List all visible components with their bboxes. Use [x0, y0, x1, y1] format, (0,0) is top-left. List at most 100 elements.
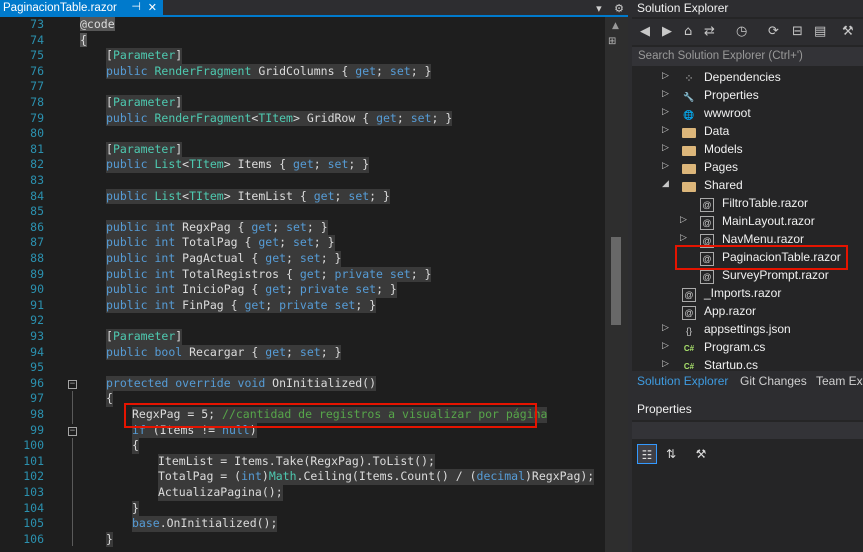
solution-tree: ▷ ⁘ Dependencies ▷ 🔧 Properties ▷ 🌐 wwwr… [632, 69, 863, 369]
switch-views-icon[interactable]: ⇄ [704, 24, 715, 39]
highlight-box-code [124, 403, 537, 428]
line-number: 98 [30, 407, 44, 421]
line-number: 101 [23, 453, 44, 468]
tree-item-shared[interactable]: ◢ Shared [662, 178, 862, 196]
categorized-icon[interactable]: ☷ [637, 444, 657, 464]
code-line-78: [Parameter] [106, 95, 183, 111]
code-line-89: public int TotalRegistros { get; private… [106, 266, 432, 283]
tree-item-imports[interactable]: @ _Imports.razor [662, 286, 862, 304]
tree-item-filtrotable[interactable]: @ FiltroTable.razor [680, 196, 862, 214]
collapse-all-icon[interactable]: ⊟ [792, 24, 803, 39]
dropdown-icon[interactable]: ▾ [596, 2, 602, 15]
back-icon[interactable]: ◀ [640, 24, 650, 39]
folder-open-icon [682, 182, 696, 192]
pin-icon[interactable]: ⊣ [131, 0, 141, 16]
tab-team-explorer[interactable]: Team Exp [816, 371, 863, 392]
tab-git-changes[interactable]: Git Changes [740, 371, 807, 392]
line-number: 102 [23, 469, 44, 484]
expand-icon[interactable]: ▷ [662, 106, 672, 117]
razor-file-icon: @ [700, 270, 714, 284]
outline-line [72, 391, 73, 424]
line-number: 79 [30, 110, 44, 125]
folder-icon [682, 164, 696, 174]
tree-item-startup[interactable]: ▷ C# Startup.cs [662, 358, 862, 369]
tree-item-data[interactable]: ▷ Data [662, 124, 862, 142]
property-pages-icon[interactable]: ⚒ [691, 444, 711, 464]
expand-icon[interactable]: ▷ [662, 322, 672, 333]
expand-icon[interactable]: ▷ [662, 124, 672, 135]
tree-item-mainlayout[interactable]: ▷ @ MainLayout.razor [680, 214, 862, 232]
panel-title: Properties [632, 398, 863, 420]
tree-item-wwwroot[interactable]: ▷ 🌐 wwwroot [662, 106, 862, 124]
vertical-scrollbar[interactable]: ▲ ⊞ [605, 17, 628, 552]
folder-icon [682, 146, 696, 156]
line-number: 83 [30, 173, 44, 187]
csharp-file-icon: C# [683, 344, 695, 353]
expand-icon[interactable]: ▷ [662, 142, 672, 153]
line-number: 81 [30, 141, 44, 156]
expand-icon[interactable]: ▷ [662, 88, 672, 99]
code-line-93: [Parameter] [106, 329, 183, 345]
tree-item-surveyprompt[interactable]: @ SurveyPrompt.razor [680, 268, 862, 286]
expand-icon[interactable]: ▷ [662, 358, 672, 369]
line-number: 82 [30, 157, 44, 172]
tab-paginaciontable-razor[interactable]: PaginacionTable.razor ⊣ ✕ [0, 0, 163, 17]
close-icon[interactable]: ✕ [148, 0, 157, 17]
razor-file-icon: @ [682, 288, 696, 302]
search-solution-explorer-input[interactable]: Search Solution Explorer (Ctrl+') [632, 47, 863, 66]
collapse-icon[interactable]: − [68, 427, 77, 436]
tree-item-appsettings[interactable]: ▷ {} appsettings.json [662, 322, 862, 340]
scroll-thumb[interactable] [611, 237, 621, 325]
object-selector[interactable] [632, 422, 863, 439]
line-number: 91 [30, 297, 44, 312]
code-line-94: public bool Recargar { get; set; } [106, 344, 342, 361]
history-icon[interactable]: ◷ [736, 24, 747, 39]
refresh-icon[interactable]: ⟳ [768, 24, 779, 39]
code-line-75: [Parameter] [106, 48, 183, 64]
collapse-icon[interactable]: − [68, 380, 77, 389]
line-number: 100 [23, 438, 44, 453]
tree-item-program[interactable]: ▷ C# Program.cs [662, 340, 862, 358]
expand-icon[interactable]: ▷ [662, 160, 672, 171]
tab-title: PaginacionTable.razor [3, 2, 117, 14]
globe-icon: 🌐 [683, 110, 695, 120]
code-line-82: public List<TItem> Items { get; set; } [106, 157, 370, 173]
split-icon[interactable]: ⊞ [608, 36, 624, 47]
line-number: 73 [30, 17, 44, 31]
line-number: 106 [23, 531, 44, 546]
code-line-88: public int PagActual { get; set; } [106, 251, 342, 267]
show-all-files-icon[interactable]: ▤ [814, 24, 826, 39]
line-number: 99 [30, 422, 44, 437]
line-number: 75 [30, 48, 44, 63]
line-number-gutter: 73 74 75 76 77 78 79 80 81 82 83 84 85 86 87 88 89 90 91 92… [0, 17, 46, 552]
line-number: 77 [30, 79, 44, 94]
line-number: 85 [30, 204, 44, 219]
razor-directive: @code [80, 17, 115, 31]
expand-icon[interactable]: ▷ [680, 232, 690, 243]
alphabetical-icon[interactable]: ⇅ [661, 444, 681, 464]
code-line-100: { [132, 438, 139, 454]
code-area[interactable]: @code { [Parameter] public RenderFragmen… [80, 17, 605, 552]
razor-file-icon: @ [700, 216, 714, 230]
expand-icon[interactable]: ▷ [680, 214, 690, 225]
tree-item-models[interactable]: ▷ Models [662, 142, 862, 160]
gear-icon[interactable]: ⚙ [614, 2, 624, 15]
tree-item-dependencies[interactable]: ▷ ⁘ Dependencies [662, 70, 862, 88]
tree-item-app[interactable]: @ App.razor [662, 304, 862, 322]
home-icon[interactable]: ⌂ [684, 24, 692, 39]
expand-icon[interactable]: ▷ [662, 70, 672, 81]
collapse-icon[interactable]: ◢ [662, 178, 672, 189]
scroll-up-icon[interactable]: ▲ [612, 21, 619, 31]
code-editor[interactable]: PaginacionTable.razor ⊣ ✕ ▾ ⚙ 73 74 75 76 77… [0, 0, 628, 552]
expand-icon[interactable]: ▷ [662, 340, 672, 351]
tab-solution-explorer[interactable]: Solution Explorer [637, 371, 728, 392]
code-line-90: public int InicioPag { get; private set;… [106, 282, 397, 298]
razor-file-icon: @ [700, 198, 714, 212]
code-line-104: } [132, 500, 139, 517]
wrench-icon[interactable]: ⚒ [842, 24, 854, 39]
forward-icon[interactable]: ▶ [662, 24, 672, 39]
tree-item-properties[interactable]: ▷ 🔧 Properties [662, 88, 862, 106]
outline-line [72, 438, 73, 546]
tree-item-pages[interactable]: ▷ Pages [662, 160, 862, 178]
line-number: 96 [30, 375, 44, 390]
